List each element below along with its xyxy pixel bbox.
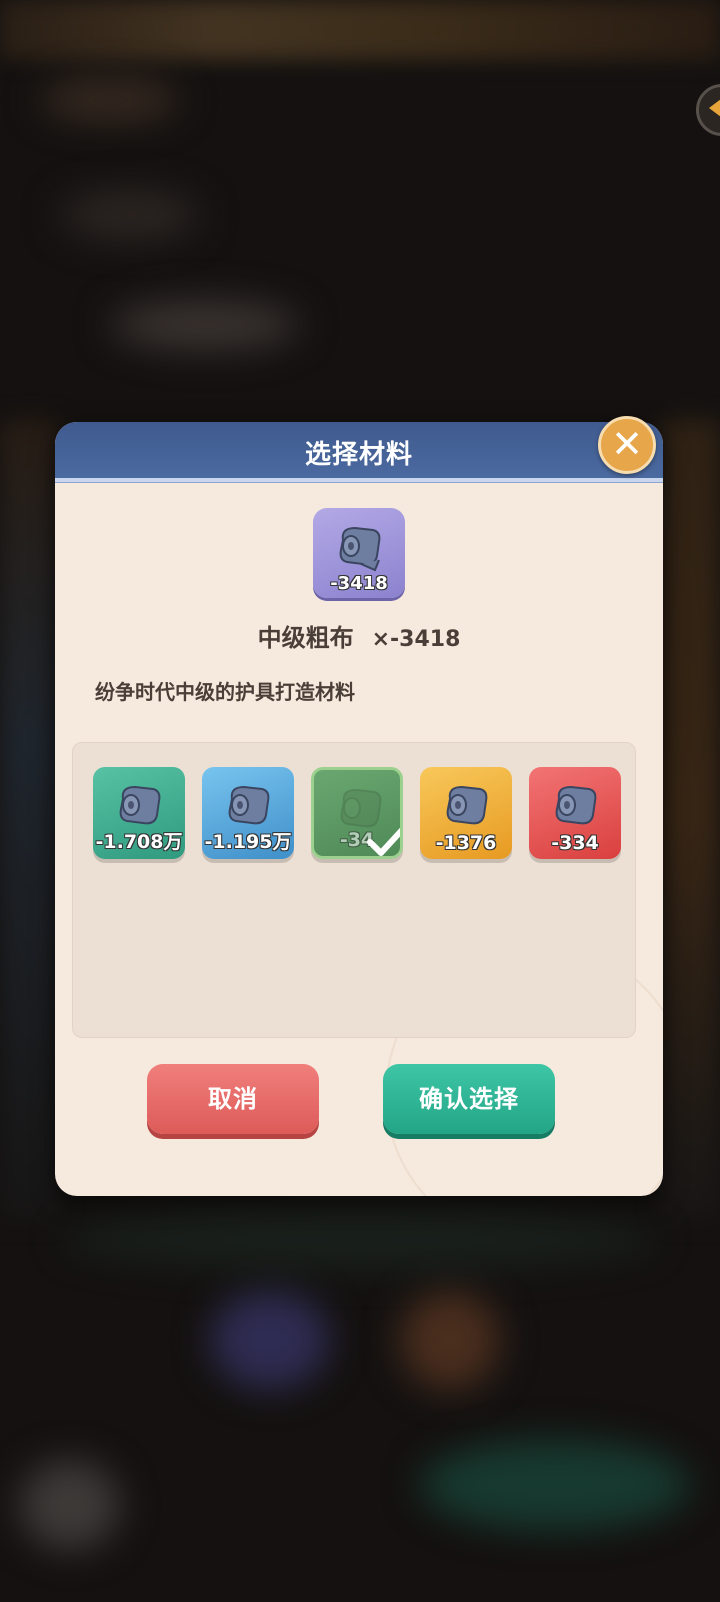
confirm-select-button[interactable]: 确认选择	[383, 1064, 555, 1134]
cancel-button[interactable]: 取消	[147, 1064, 319, 1134]
material-slot-4[interactable]: -1376	[420, 767, 512, 859]
close-icon: ✕	[611, 422, 643, 466]
material-count: -1.195万	[204, 831, 292, 853]
close-button[interactable]: ✕	[598, 416, 656, 474]
material-count: -1376	[435, 832, 497, 854]
item-name-row: 中级粗布 ×-3418	[55, 618, 663, 653]
material-count: -1.708万	[95, 831, 183, 853]
material-slot-2[interactable]: -1.195万	[202, 767, 294, 859]
item-name: 中级粗布	[257, 624, 354, 652]
cloth-roll-icon	[119, 785, 161, 825]
material-slot-5[interactable]: -334	[529, 767, 621, 859]
select-material-dialog: 选择材料 -3418 中级粗布 ×-3418 纷争时代中级的护具打造材料 -1.7…	[55, 422, 663, 1196]
cloth-roll-icon	[339, 526, 381, 572]
item-preview-icon: -3418	[313, 508, 405, 598]
item-multiplier: ×-3418	[371, 627, 461, 652]
dialog-header: 选择材料	[55, 422, 663, 483]
checkmark-icon	[367, 827, 400, 856]
cloth-roll-icon	[555, 785, 597, 825]
material-list: -1.708万 -1.195万 -34 -1376 -334	[72, 742, 636, 1038]
cloth-roll-icon	[446, 785, 488, 825]
material-count: -334	[551, 832, 599, 854]
item-count: -3418	[330, 573, 388, 594]
cloth-roll-icon	[228, 785, 270, 825]
dialog-title: 选择材料	[304, 440, 413, 470]
item-description: 纷争时代中级的护具打造材料	[95, 680, 355, 704]
material-slot-1[interactable]: -1.708万	[93, 767, 185, 859]
material-slot-3-selected[interactable]: -34	[311, 767, 403, 859]
